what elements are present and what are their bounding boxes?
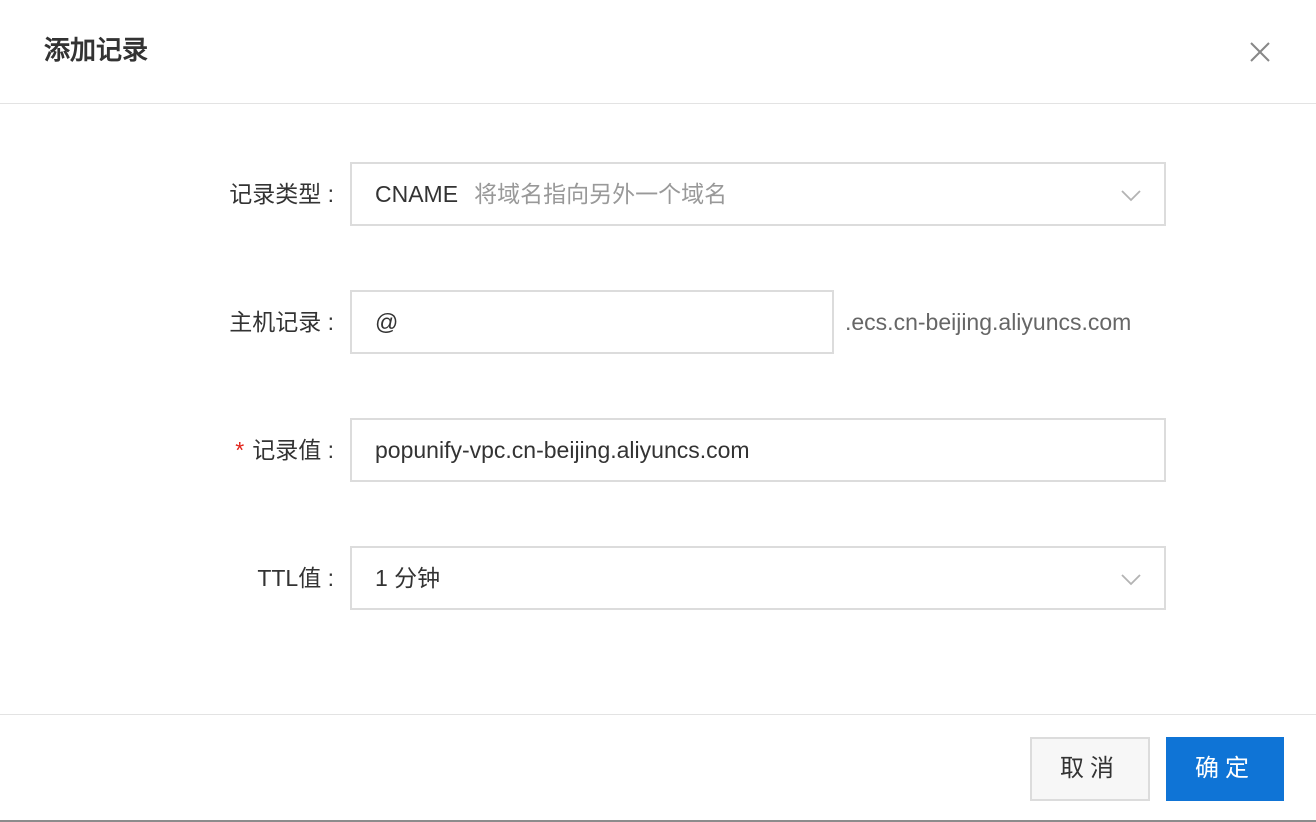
record-value-label-wrap: * 记录值 : <box>235 418 334 482</box>
record-type-hint: 将域名指向另外一个域名 <box>474 181 728 207</box>
dialog-footer: 取消 确定 <box>0 714 1316 820</box>
close-button[interactable] <box>1244 36 1276 68</box>
add-record-dialog: 添加记录 记录类型 : CNAME 将域名指向另外一个域名 主机记录 : @ .e… <box>0 0 1316 822</box>
record-type-label: 记录类型 : <box>229 181 334 207</box>
record-value-label: 记录值 : <box>252 437 334 463</box>
record-value-input[interactable]: popunify-vpc.cn-beijing.aliyuncs.com <box>350 418 1166 482</box>
form-row-ttl: TTL值 : 1 分钟 <box>0 546 1316 610</box>
dialog-title: 添加记录 <box>44 35 149 65</box>
required-mark: * <box>235 437 245 463</box>
ttl-select[interactable]: 1 分钟 <box>350 546 1166 610</box>
host-record-value: @ <box>375 309 399 335</box>
ttl-value: 1 分钟 <box>375 565 441 591</box>
record-value-text: popunify-vpc.cn-beijing.aliyuncs.com <box>375 437 750 463</box>
form-row-host-record: 主机记录 : @ .ecs.cn-beijing.aliyuncs.com <box>0 290 1316 354</box>
confirm-button[interactable]: 确定 <box>1166 737 1284 801</box>
record-type-select[interactable]: CNAME 将域名指向另外一个域名 <box>350 162 1166 226</box>
host-record-input[interactable]: @ <box>350 290 834 354</box>
ttl-label: TTL值 : <box>257 565 334 591</box>
form-row-record-value: * 记录值 : popunify-vpc.cn-beijing.aliyuncs.… <box>0 418 1316 482</box>
host-record-suffix: .ecs.cn-beijing.aliyuncs.com <box>845 309 1132 335</box>
form-row-record-type: 记录类型 : CNAME 将域名指向另外一个域名 <box>0 162 1316 226</box>
record-type-value: CNAME <box>375 181 459 207</box>
close-icon <box>1250 42 1270 62</box>
host-record-label: 主机记录 : <box>229 309 334 335</box>
chevron-down-icon <box>1121 574 1141 586</box>
cancel-button[interactable]: 取消 <box>1030 737 1150 801</box>
chevron-down-icon <box>1121 190 1141 202</box>
dialog-header: 添加记录 <box>0 0 1316 104</box>
